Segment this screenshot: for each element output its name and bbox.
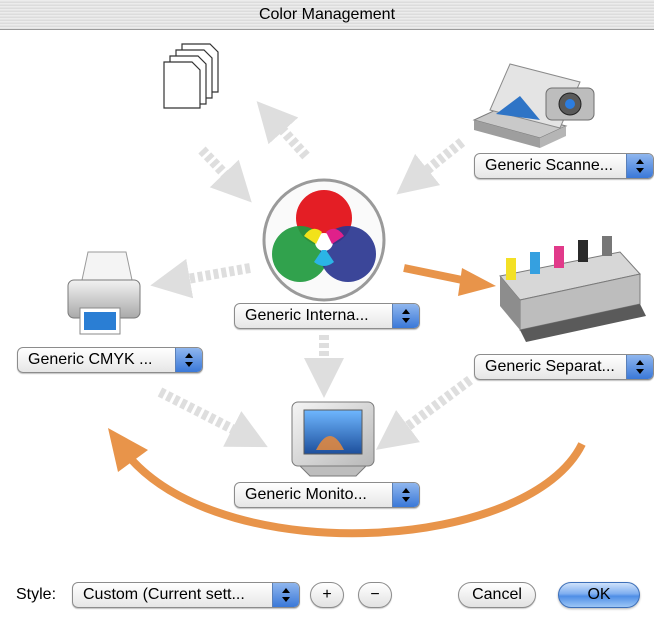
monitor-profile-value: Generic Monito... xyxy=(245,486,367,503)
arrow-printer-to-monitor xyxy=(157,387,268,448)
ok-button[interactable]: OK xyxy=(558,582,640,608)
monitor-icon xyxy=(291,401,375,477)
press-profile-value: Generic Separat... xyxy=(485,358,615,375)
documents-icon xyxy=(163,43,219,109)
popup-arrows-icon xyxy=(626,154,653,178)
popup-arrows-icon xyxy=(392,483,419,507)
popup-arrows-icon xyxy=(272,583,299,607)
press-profile-popup[interactable]: Generic Separat... xyxy=(474,354,654,380)
arrow-center-to-printer xyxy=(150,258,251,299)
title-bar: Color Management xyxy=(0,0,654,30)
style-value: Custom (Current sett... xyxy=(83,586,245,603)
color-flow-diagram: Generic Scanne... Generic Interna... Gen… xyxy=(0,30,654,618)
proofing-press-icon xyxy=(499,236,646,342)
style-label: Style: xyxy=(16,586,57,603)
arrow-docs-to-center xyxy=(198,146,252,203)
scanner-camera-icon xyxy=(472,63,595,148)
orange-arrow-to-press xyxy=(403,264,496,296)
monitor-profile-popup[interactable]: Generic Monito... xyxy=(234,482,420,508)
popup-arrows-icon xyxy=(626,355,653,379)
scanner-profile-value: Generic Scanne... xyxy=(485,157,614,174)
printer-icon xyxy=(67,251,141,335)
cancel-button[interactable]: Cancel xyxy=(458,582,536,608)
popup-arrows-icon xyxy=(175,348,202,372)
printer-profile-value: Generic CMYK ... xyxy=(28,351,153,368)
remove-style-button[interactable]: − xyxy=(358,582,392,608)
arrow-press-to-monitor xyxy=(375,375,473,450)
popup-arrows-icon xyxy=(392,304,419,328)
color-wheel-icon xyxy=(262,178,386,302)
arrow-scanner-to-center xyxy=(396,138,466,195)
scanner-profile-popup[interactable]: Generic Scanne... xyxy=(474,153,654,179)
center-profile-value: Generic Interna... xyxy=(245,307,369,324)
printer-profile-popup[interactable]: Generic CMYK ... xyxy=(17,347,203,373)
style-popup[interactable]: Custom (Current sett... xyxy=(72,582,300,608)
arrow-center-to-docs xyxy=(256,101,310,160)
center-profile-popup[interactable]: Generic Interna... xyxy=(234,303,420,329)
window-title: Color Management xyxy=(258,6,396,23)
add-style-button[interactable]: + xyxy=(310,582,344,608)
